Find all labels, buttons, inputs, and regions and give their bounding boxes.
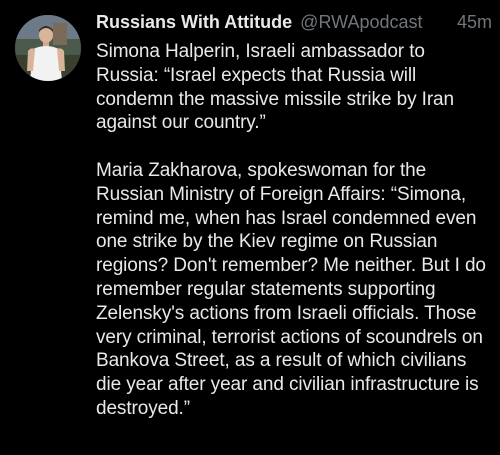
tweet-content: Russians With Attitude @RWApodcast 45m S… [96,10,492,421]
tweet-card[interactable]: Russians With Attitude @RWApodcast 45m S… [0,0,500,455]
tweet-header: Russians With Attitude @RWApodcast 45m [96,10,492,34]
tweet-paragraph-1: Simona Halperin, Israeli ambassador to R… [96,41,454,134]
author-display-name[interactable]: Russians With Attitude [96,10,292,34]
user-avatar-icon [15,15,81,81]
tweet-body: Simona Halperin, Israeli ambassador to R… [96,40,492,421]
tweet-paragraph-2: Maria Zakharova, spokeswoman for the Rus… [96,159,486,419]
author-handle[interactable]: @RWApodcast [300,10,422,34]
avatar[interactable] [15,15,81,81]
post-timestamp[interactable]: 45m [457,10,492,34]
